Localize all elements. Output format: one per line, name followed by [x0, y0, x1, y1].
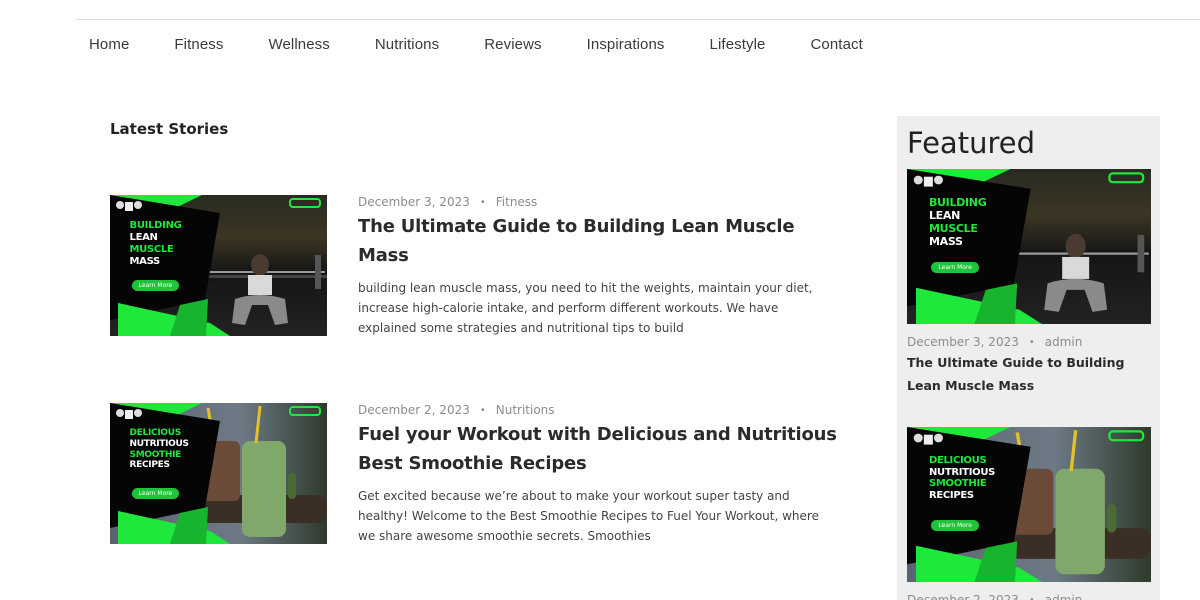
nav-inspirations[interactable]: Inspirations [587, 36, 665, 53]
nav-lifestyle[interactable]: Lifestyle [710, 36, 766, 53]
meta-separator: • [1028, 594, 1035, 600]
thumbnail-headline: DELICIOUS NUTRITIOUS SMOOTHIE RECIPES [129, 428, 189, 471]
featured-heading: Featured [907, 126, 1035, 160]
meta-separator: • [1028, 336, 1035, 348]
featured-item: DELICIOUS NUTRITIOUS SMOOTHIE RECIPES Le… [907, 427, 1151, 600]
thumbnail-headline: DELICIOUS NUTRITIOUS SMOOTHIE RECIPES [928, 454, 996, 502]
featured-thumbnail[interactable]: DELICIOUS NUTRITIOUS SMOOTHIE RECIPES Le… [907, 427, 1151, 582]
nav-fitness[interactable]: Fitness [174, 36, 223, 53]
thumbnail-headline: BUILDING LEAN MUSCLE MASS [928, 195, 987, 248]
featured-title[interactable]: The Ultimate Guide to Building Lean Musc… [907, 351, 1151, 397]
nav-reviews[interactable]: Reviews [484, 36, 541, 53]
featured-author[interactable]: admin [1045, 593, 1083, 600]
story-category[interactable]: Fitness [496, 195, 538, 209]
story-category[interactable]: Nutritions [496, 403, 555, 417]
featured-date: December 2, 2023 [907, 593, 1019, 600]
thumbnail-art [110, 403, 327, 544]
latest-stories-heading: Latest Stories [110, 120, 229, 138]
featured-item: BUILDING LEAN MUSCLE MASS Learn More Dec… [907, 169, 1151, 397]
story-date: December 3, 2023 [358, 195, 470, 209]
thumbnail-art [907, 427, 1151, 582]
nav-wellness[interactable]: Wellness [268, 36, 329, 53]
featured-meta: December 2, 2023 • admin [907, 593, 1151, 600]
story-title[interactable]: Fuel your Workout with Delicious and Nut… [358, 420, 838, 478]
featured-meta: December 3, 2023 • admin [907, 335, 1151, 349]
story-body: December 2, 2023 • Nutritions Fuel your … [358, 403, 838, 546]
featured-sidebar: Featured BUILDING LEAN MUSCLE MASS Learn… [897, 116, 1160, 600]
story-thumbnail[interactable]: BUILDING LEAN MUSCLE MASS Learn More [110, 195, 327, 336]
featured-thumbnail[interactable]: BUILDING LEAN MUSCLE MASS Learn More [907, 169, 1151, 324]
main-nav: Home Fitness Wellness Nutritions Reviews… [89, 36, 908, 53]
story-card: BUILDING LEAN MUSCLE MASS Learn More Dec… [110, 195, 840, 338]
learn-more-badge: Learn More [131, 487, 180, 499]
header-divider [76, 19, 1200, 20]
thumbnail-headline: BUILDING LEAN MUSCLE MASS [129, 220, 182, 267]
story-thumbnail[interactable]: DELICIOUS NUTRITIOUS SMOOTHIE RECIPES Le… [110, 403, 327, 544]
meta-separator: • [479, 404, 486, 416]
story-body: December 3, 2023 • Fitness The Ultimate … [358, 195, 838, 338]
story-date: December 2, 2023 [358, 403, 470, 417]
story-meta: December 3, 2023 • Fitness [358, 195, 838, 209]
story-excerpt: Get excited because we’re about to make … [358, 489, 819, 543]
featured-date: December 3, 2023 [907, 335, 1019, 349]
learn-more-badge: Learn More [931, 520, 979, 531]
story-card: DELICIOUS NUTRITIOUS SMOOTHIE RECIPES Le… [110, 403, 840, 546]
nav-contact[interactable]: Contact [810, 36, 862, 53]
nav-nutritions[interactable]: Nutritions [375, 36, 439, 53]
story-title[interactable]: The Ultimate Guide to Building Lean Musc… [358, 212, 838, 270]
story-excerpt: building lean muscle mass, you need to h… [358, 281, 813, 335]
story-meta: December 2, 2023 • Nutritions [358, 403, 838, 417]
nav-home[interactable]: Home [89, 36, 129, 53]
learn-more-badge: Learn More [131, 279, 180, 291]
meta-separator: • [479, 196, 486, 208]
featured-author[interactable]: admin [1045, 335, 1083, 349]
learn-more-badge: Learn More [931, 262, 979, 273]
